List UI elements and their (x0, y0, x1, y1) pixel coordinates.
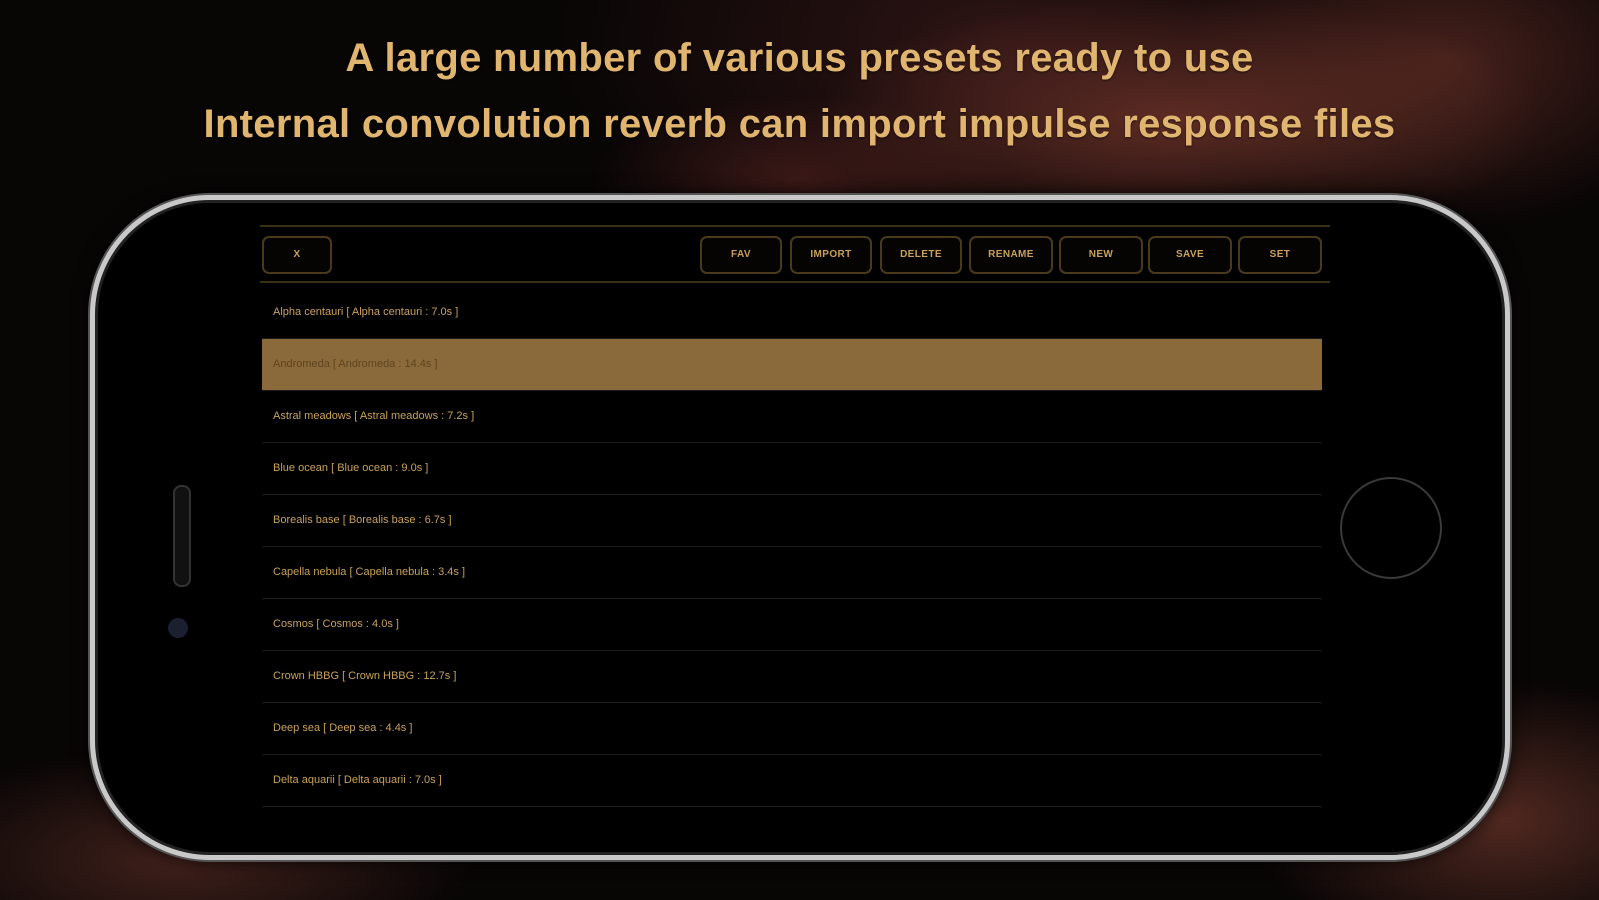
preset-row[interactable]: Blue ocean [ Blue ocean : 9.0s ] (262, 443, 1322, 495)
preset-row[interactable]: Alpha centauri [ Alpha centauri : 7.0s ] (262, 287, 1322, 339)
preset-browser-screen: X FAV IMPORT DELETE RENAME NEW SAVE SET … (260, 225, 1330, 830)
set-button[interactable]: SET (1238, 236, 1322, 274)
import-button[interactable]: IMPORT (790, 236, 872, 274)
preset-toolbar: X FAV IMPORT DELETE RENAME NEW SAVE SET (260, 225, 1330, 283)
preset-row[interactable]: Astral meadows [ Astral meadows : 7.2s ] (262, 391, 1322, 443)
preset-label: Cosmos [ Cosmos : 4.0s ] (273, 618, 399, 630)
close-button[interactable]: X (262, 236, 332, 274)
preset-label: Deep sea [ Deep sea : 4.4s ] (273, 722, 413, 734)
phone-speaker (173, 485, 191, 587)
preset-label: Delta aquarii [ Delta aquarii : 7.0s ] (273, 774, 442, 786)
preset-row[interactable]: Delta aquarii [ Delta aquarii : 7.0s ] (262, 755, 1322, 807)
app-store-banner: A large number of various presets ready … (0, 0, 1599, 900)
phone-home-button[interactable] (1340, 477, 1442, 579)
fav-button[interactable]: FAV (700, 236, 782, 274)
preset-label: Alpha centauri [ Alpha centauri : 7.0s ] (273, 306, 459, 318)
save-button[interactable]: SAVE (1148, 236, 1232, 274)
new-button[interactable]: NEW (1059, 236, 1143, 274)
preset-row[interactable]: Deep sea [ Deep sea : 4.4s ] (262, 703, 1322, 755)
phone-frame: X FAV IMPORT DELETE RENAME NEW SAVE SET … (90, 195, 1510, 860)
phone-camera (168, 618, 188, 638)
preset-list: Alpha centauri [ Alpha centauri : 7.0s ]… (260, 287, 1330, 807)
preset-row[interactable]: Cosmos [ Cosmos : 4.0s ] (262, 599, 1322, 651)
headline-line-2: Internal convolution reverb can import i… (203, 102, 1396, 146)
preset-label: Capella nebula [ Capella nebula : 3.4s ] (273, 566, 466, 578)
preset-label: Borealis base [ Borealis base : 6.7s ] (273, 514, 452, 526)
preset-row[interactable]: Borealis base [ Borealis base : 6.7s ] (262, 495, 1322, 547)
preset-label: Crown HBBG [ Crown HBBG : 12.7s ] (273, 670, 457, 682)
preset-label: Blue ocean [ Blue ocean : 9.0s ] (273, 462, 429, 474)
preset-row[interactable]: Capella nebula [ Capella nebula : 3.4s ] (262, 547, 1322, 599)
rename-button[interactable]: RENAME (969, 236, 1053, 274)
preset-label: Andromeda [ Andromeda : 14.4s ] (273, 358, 438, 370)
preset-row[interactable]: Crown HBBG [ Crown HBBG : 12.7s ] (262, 651, 1322, 703)
delete-button[interactable]: DELETE (880, 236, 962, 274)
preset-label: Astral meadows [ Astral meadows : 7.2s ] (273, 410, 475, 422)
preset-row-selected[interactable]: Andromeda [ Andromeda : 14.4s ] (262, 339, 1322, 391)
headline-line-1: A large number of various presets ready … (345, 36, 1254, 80)
